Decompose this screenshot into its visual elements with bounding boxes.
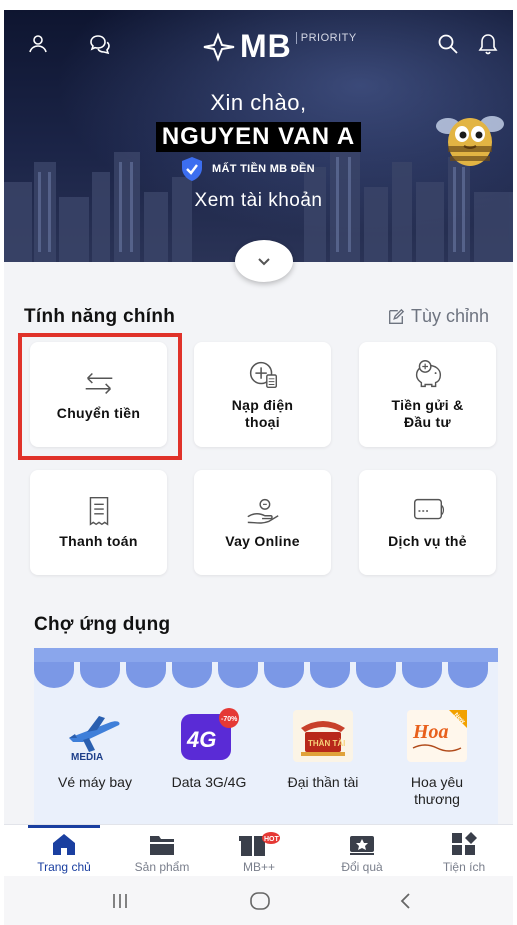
home-circle-icon	[250, 892, 270, 910]
header-banner: MB PRIORITY Xin chào, NGUYEN VAN A MẤT T…	[4, 10, 513, 262]
back-system-button[interactable]	[386, 888, 426, 914]
utilities-icon	[452, 832, 477, 855]
customize-label: Tùy chỉnh	[410, 306, 489, 326]
nav-label: Đổi quà	[341, 860, 383, 874]
mb-priority-logo: MB PRIORITY	[200, 28, 357, 65]
feature-card-service[interactable]: Dịch vụ thẻ	[359, 470, 496, 575]
feature-payment[interactable]: Thanh toán	[30, 470, 167, 575]
system-navigation-bar	[4, 876, 513, 925]
recent-apps-button[interactable]	[100, 888, 140, 914]
phone-topup-icon	[249, 361, 277, 388]
app-than-tai[interactable]: THẦN TÀI Đại thần tài	[268, 708, 378, 791]
app-flight-tickets[interactable]: MEDIA Vé máy bay	[40, 708, 150, 791]
app-flowers[interactable]: Hoa New Hoa yêu thương	[382, 708, 492, 808]
card-icon	[413, 498, 444, 520]
feature-phone-topup[interactable]: Nạp điện thoại	[194, 342, 331, 447]
search-icon[interactable]	[434, 30, 462, 58]
app-market-panel: MEDIA Vé máy bay 4G -70% Data 3G/4G THẦN…	[34, 648, 498, 824]
home-icon	[53, 834, 75, 855]
app-data-4g[interactable]: 4G -70% Data 3G/4G	[154, 708, 264, 791]
chat-icon[interactable]	[86, 30, 114, 58]
bell-icon[interactable]	[474, 30, 502, 58]
app-label: Vé máy bay	[58, 774, 132, 790]
svg-text:4G: 4G	[186, 727, 216, 752]
piggy-bank-icon	[415, 359, 441, 387]
svg-text:Hoa: Hoa	[412, 721, 449, 743]
warning-badge[interactable]: MẤT TIỀN MB ĐỀN	[180, 156, 315, 182]
nav-label: Sản phẩm	[134, 860, 190, 874]
profile-icon[interactable]	[24, 30, 52, 58]
feature-label: Chuyển tiền	[56, 405, 141, 421]
airplane-icon: MEDIA	[63, 708, 127, 764]
chevron-down-icon	[258, 258, 270, 266]
feature-label: Nạp điện thoại	[231, 396, 294, 430]
svg-text:MEDIA: MEDIA	[71, 752, 103, 763]
nav-label: Trang chủ	[37, 860, 91, 874]
nav-label: Tiện ích	[442, 860, 486, 874]
than-tai-icon: THẦN TÀI	[291, 708, 355, 764]
feature-savings-invest[interactable]: Tiền gửi & Đầu tư	[359, 342, 496, 447]
bee-mascot-icon	[436, 116, 504, 166]
home-system-button[interactable]	[240, 888, 280, 914]
feature-transfer[interactable]: Chuyển tiền	[30, 342, 167, 447]
feature-label: Thanh toán	[59, 533, 138, 549]
nav-products[interactable]: Sản phẩm	[117, 831, 207, 874]
svg-text:-70%: -70%	[221, 716, 238, 723]
app-label: Hoa yêu thương	[410, 774, 464, 807]
active-tab-indicator	[28, 825, 100, 828]
bill-icon	[89, 496, 108, 526]
svg-text:THẦN TÀI: THẦN TÀI	[308, 738, 345, 748]
nav-label: MB++	[242, 860, 275, 874]
folder-icon	[150, 836, 174, 855]
loan-icon	[246, 498, 279, 524]
nav-mbplus[interactable]: HOT MB++	[214, 831, 304, 874]
gift-box-icon: HOT	[239, 832, 280, 856]
awning-decoration	[34, 648, 498, 688]
mb-star-icon	[203, 31, 235, 62]
feature-label: Vay Online	[225, 533, 300, 549]
nav-home[interactable]: Trang chủ	[19, 831, 109, 874]
brand-tag: PRIORITY	[295, 31, 357, 44]
flower-icon: Hoa New	[405, 708, 469, 764]
edit-icon	[388, 308, 405, 324]
customize-button[interactable]: Tùy chỉnh	[387, 306, 489, 327]
feature-label: Tiền gửi & Đầu tư	[391, 396, 464, 430]
ticket-icon	[350, 836, 374, 855]
back-chevron-icon	[400, 893, 410, 909]
svg-text:HOT: HOT	[264, 836, 280, 843]
transfer-icon	[85, 372, 112, 394]
app-market-title: Chợ ứng dụng	[34, 614, 171, 635]
features-title: Tính năng chính	[24, 306, 176, 327]
nav-rewards[interactable]: Đổi quà	[317, 831, 407, 874]
nav-utilities[interactable]: Tiện ích	[419, 831, 509, 874]
warning-text: MẤT TIỀN MB ĐỀN	[212, 163, 315, 175]
app-label: Đại thần tài	[287, 774, 359, 790]
recent-apps-icon	[113, 894, 127, 908]
feature-loan[interactable]: Vay Online	[194, 470, 331, 575]
main-content: Tính năng chính Tùy chỉnh Chuyển tiền Nạ…	[4, 262, 513, 824]
data-4g-icon: 4G -70%	[177, 708, 241, 764]
app-label: Data 3G/4G	[171, 774, 247, 790]
expand-button[interactable]	[235, 240, 293, 282]
brand-name: MB	[240, 28, 292, 64]
user-name: NGUYEN VAN A	[155, 122, 362, 152]
shield-check-icon	[182, 157, 202, 181]
feature-label: Dịch vụ thẻ	[388, 533, 467, 549]
bottom-navigation: Trang chủ Sản phẩm HOT MB++ Đổi quà Tiện…	[4, 824, 513, 876]
view-account-link[interactable]: Xem tài khoản	[4, 190, 513, 212]
